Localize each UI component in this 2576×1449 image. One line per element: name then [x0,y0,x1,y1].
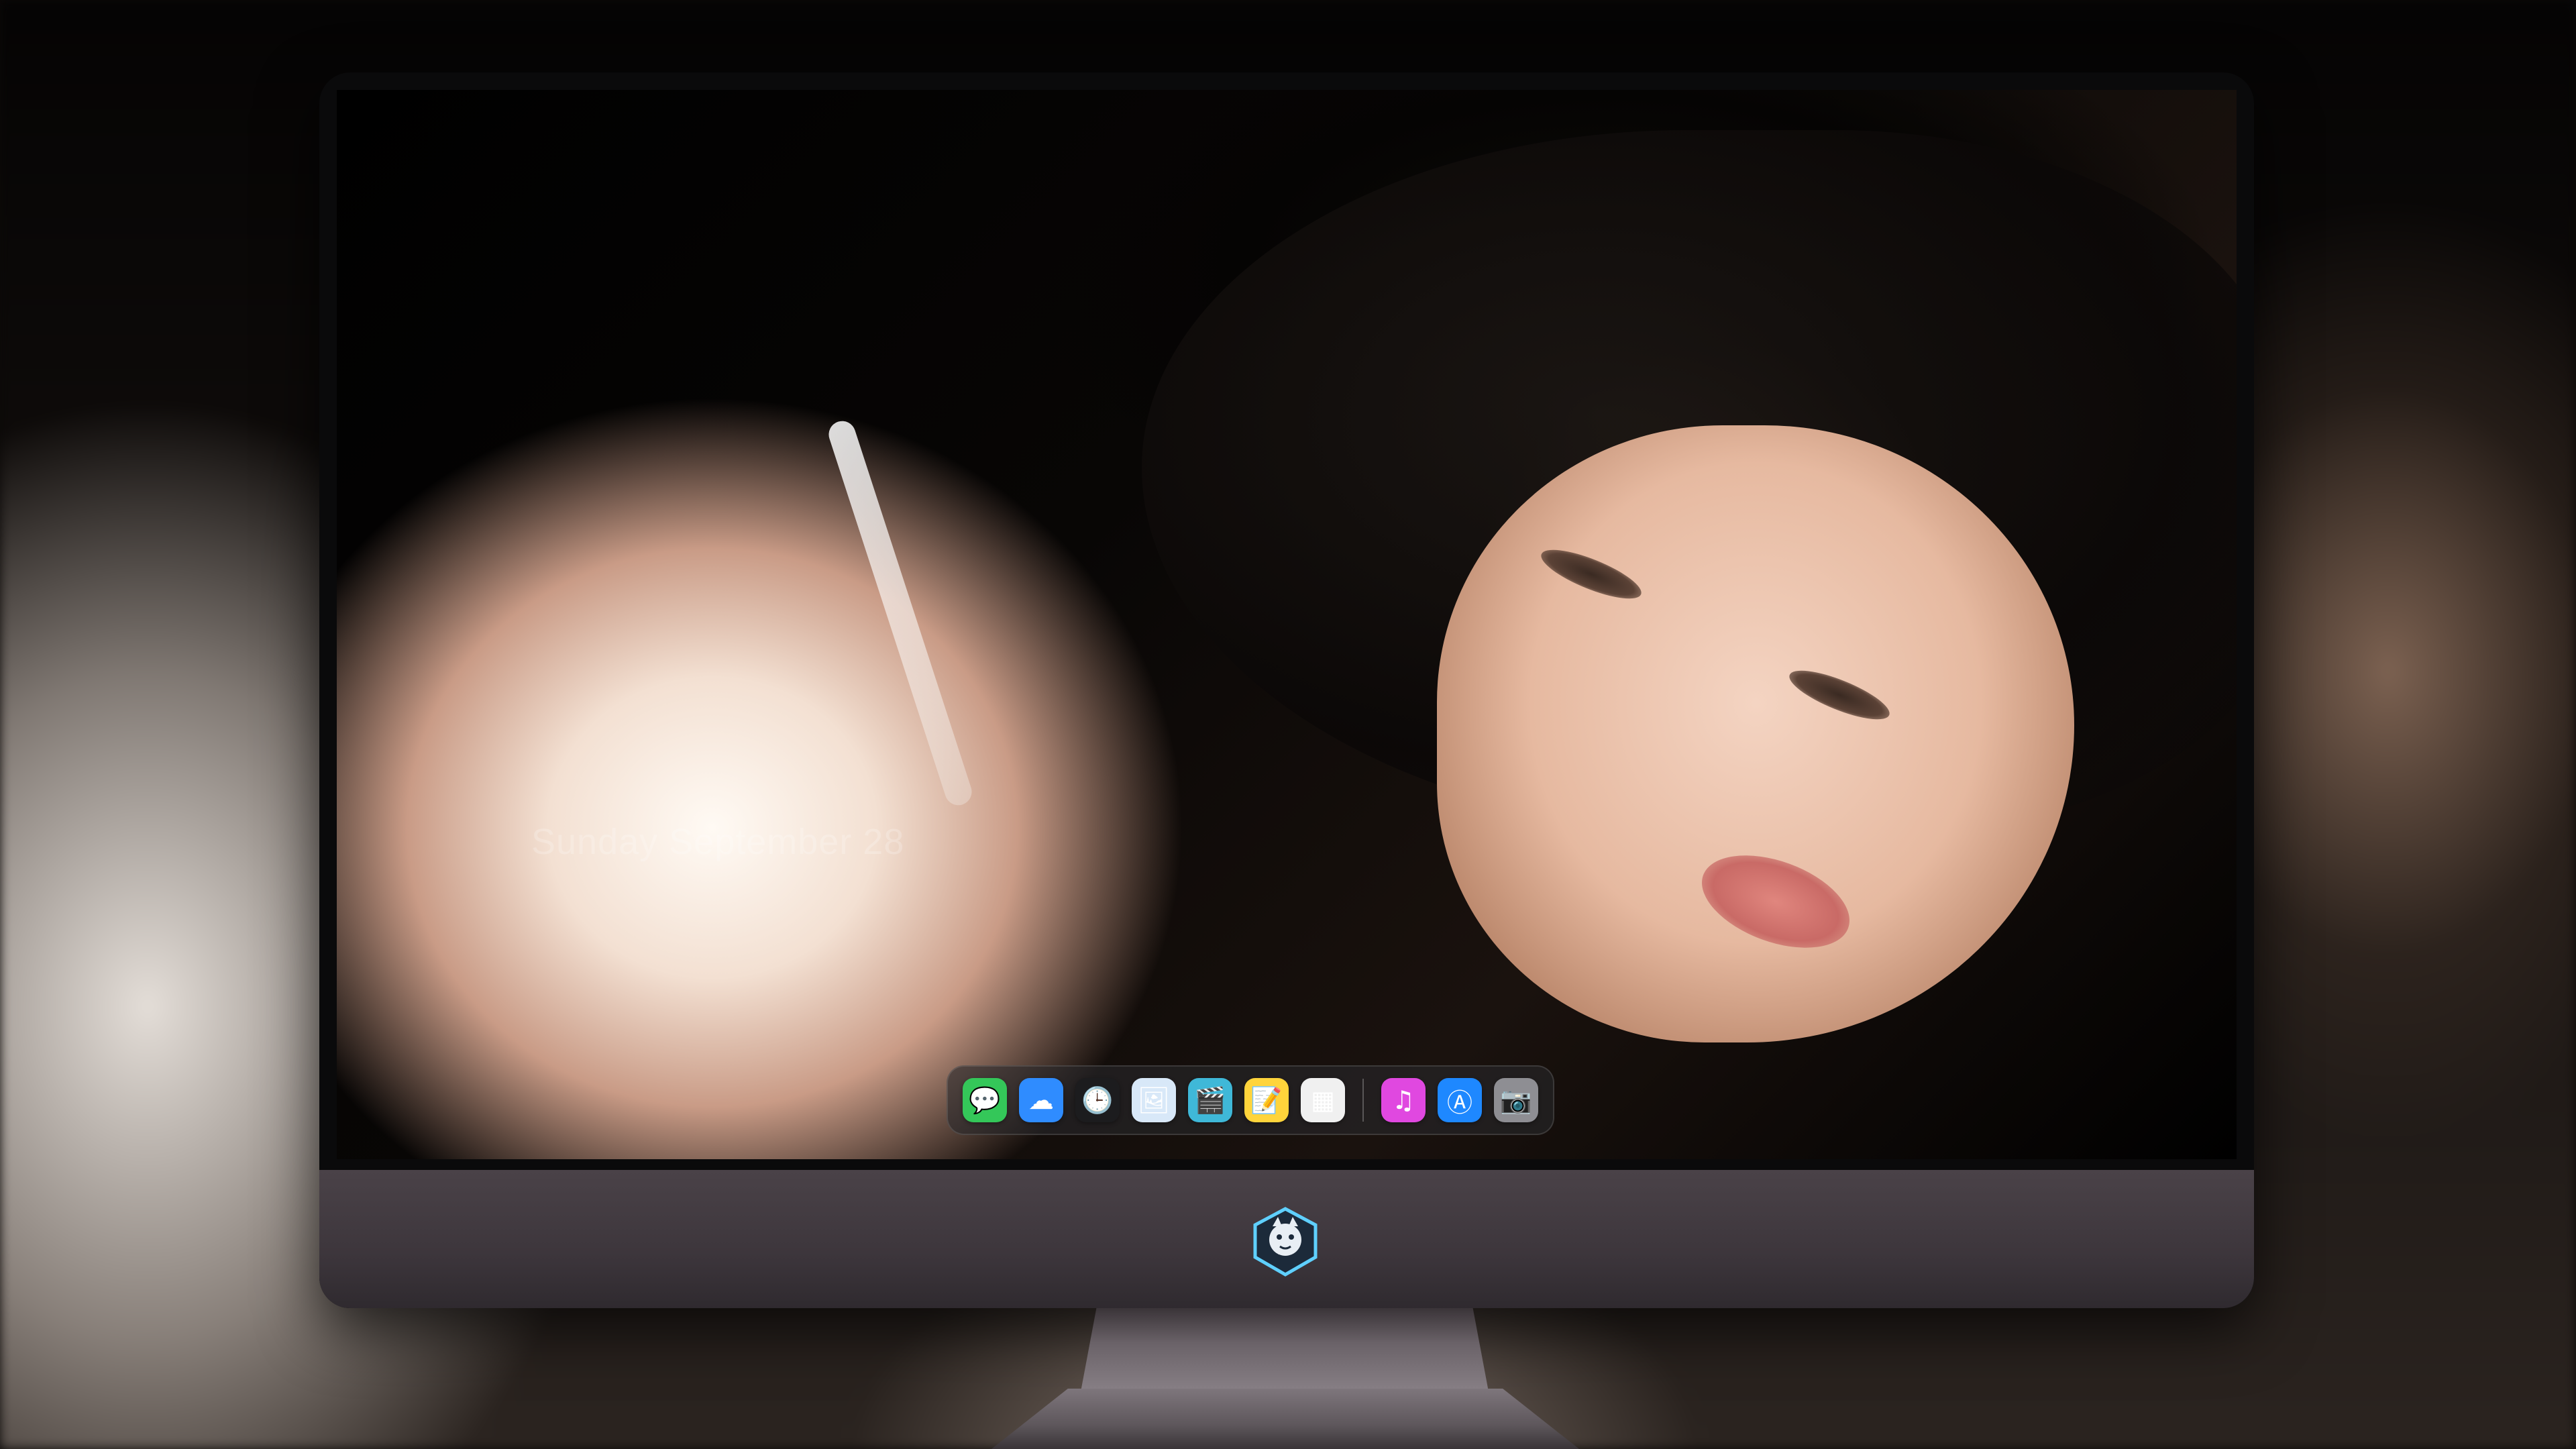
lockscreen-date: Sunday September 28 [531,822,905,862]
app-store-icon[interactable]: Ⓐ [1438,1078,1482,1122]
preview-icon-glyph: 🖼 [1137,1085,1171,1115]
app-store-icon-glyph: Ⓐ [1446,1087,1472,1118]
photo-collage-icon-glyph: ▦ [1311,1085,1335,1115]
camera-icon-glyph: 📷 [1500,1085,1532,1115]
clock-icon-glyph: 🕒 [1081,1085,1114,1115]
preview-icon[interactable]: 🖼 [1132,1078,1176,1122]
shield-mascot-logo-icon [1248,1205,1322,1279]
notes-icon[interactable]: 📝 [1244,1078,1289,1122]
clips-icon[interactable]: 🎬 [1188,1078,1232,1122]
camera-icon[interactable]: 📷 [1494,1078,1538,1122]
desktop-wallpaper: Sunday September 28 [337,90,2237,1159]
wallpaper-strap [825,417,975,809]
wallpaper-face [1437,425,2074,1042]
monitor-stand-neck [1080,1308,1489,1395]
clock-icon[interactable]: 🕒 [1075,1078,1120,1122]
notes-icon-glyph: 📝 [1250,1085,1283,1115]
dock-separator [1362,1079,1364,1122]
photo-collage-icon[interactable]: ▦ [1301,1078,1345,1122]
weather-icon-glyph: ☁ [1028,1085,1054,1115]
weather-icon[interactable]: ☁ [1019,1078,1063,1122]
music-icon-glyph: ♫ [1391,1085,1415,1115]
messages-icon-glyph: 💬 [969,1085,1001,1115]
clips-icon-glyph: 🎬 [1194,1085,1226,1115]
monitor-stand-base [991,1389,1579,1449]
music-icon[interactable]: ♫ [1381,1078,1426,1122]
dock: 💬 ☁ 🕒 🖼 🎬 📝 ▦ ♫ Ⓐ 📷 [947,1065,1554,1135]
messages-icon[interactable]: 💬 [963,1078,1007,1122]
